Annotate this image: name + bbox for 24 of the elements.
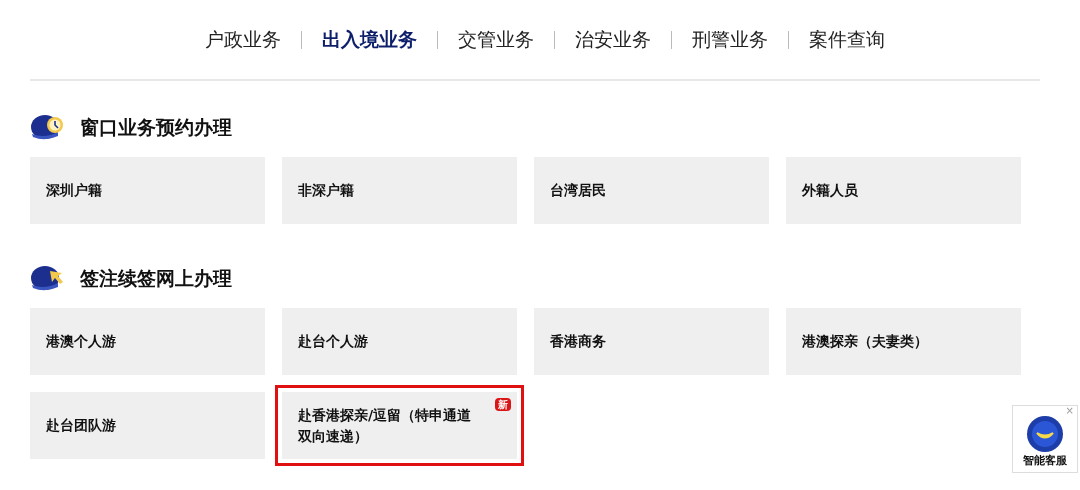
nav-tab[interactable]: 治安业务 — [555, 30, 671, 49]
assistant-widget[interactable]: 智能客服 × — [1012, 405, 1078, 473]
cursor-icon — [30, 263, 66, 293]
service-tile[interactable]: 台湾居民 — [534, 157, 769, 224]
nav-tab[interactable]: 出入境业务 — [302, 30, 437, 49]
service-tile[interactable]: 深圳户籍 — [30, 157, 265, 224]
service-tile[interactable]: 赴台团队游 — [30, 392, 265, 459]
service-tile[interactable]: 港澳个人游 — [30, 308, 265, 375]
service-tile[interactable]: 香港商务 — [534, 308, 769, 375]
service-tile[interactable]: 非深户籍 — [282, 157, 517, 224]
service-tile[interactable]: 港澳探亲（夫妻类） — [786, 308, 1021, 375]
service-tile[interactable]: 外籍人员 — [786, 157, 1021, 224]
section-title: 签注续签网上办理 — [80, 265, 232, 291]
assistant-icon — [1025, 414, 1065, 453]
service-tile[interactable]: 赴香港探亲/逗留（特申通道双向速递） 新 — [282, 392, 517, 459]
nav-tab[interactable]: 交管业务 — [438, 30, 554, 49]
clock-icon — [30, 112, 66, 142]
assistant-label: 智能客服 — [1023, 452, 1067, 469]
section-title: 窗口业务预约办理 — [80, 114, 232, 140]
nav-tab[interactable]: 刑警业务 — [672, 30, 788, 49]
service-tile[interactable]: 赴台个人游 — [282, 308, 517, 375]
new-badge: 新 — [495, 398, 511, 411]
nav-tab[interactable]: 案件查询 — [789, 30, 905, 49]
nav-tab[interactable]: 户政业务 — [185, 30, 301, 49]
